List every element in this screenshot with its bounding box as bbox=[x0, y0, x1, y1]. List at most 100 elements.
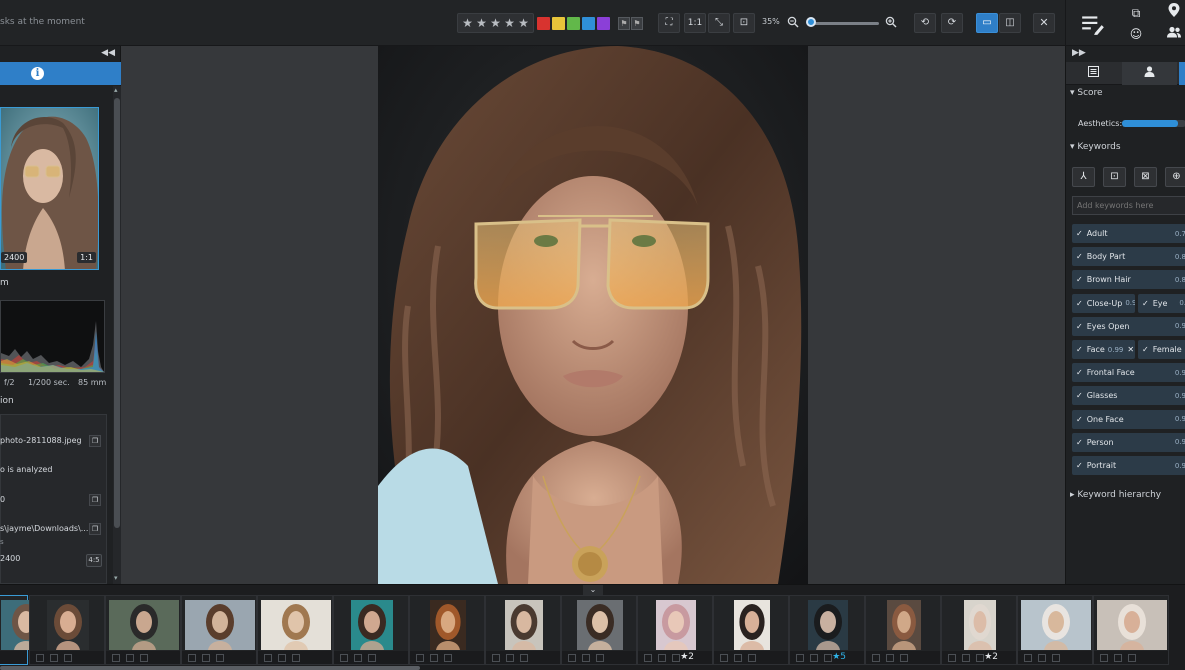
color-label-red[interactable] bbox=[537, 16, 550, 30]
keyword-check-icon[interactable]: ✓ bbox=[1142, 345, 1149, 354]
reject-icon[interactable] bbox=[900, 653, 908, 662]
keyword-chip[interactable]: ✓ Eyes Open 0.9 bbox=[1072, 316, 1185, 336]
flag-icon[interactable] bbox=[962, 653, 970, 662]
select-checkbox[interactable] bbox=[416, 653, 424, 662]
filmstrip-thumbnail[interactable] bbox=[713, 595, 789, 665]
star-4-icon[interactable]: ★ bbox=[503, 16, 516, 30]
select-checkbox[interactable] bbox=[1024, 653, 1032, 662]
reject-icon[interactable] bbox=[444, 653, 452, 662]
filmstrip-thumbnail[interactable] bbox=[181, 595, 257, 665]
flag-icon[interactable] bbox=[582, 653, 590, 662]
star-5-icon[interactable]: ★ bbox=[517, 16, 530, 30]
color-label-blue[interactable] bbox=[582, 16, 595, 30]
zoom-out-icon[interactable] bbox=[787, 16, 799, 28]
flag-icon[interactable] bbox=[734, 653, 742, 662]
edit-metadata-icon[interactable] bbox=[1080, 12, 1106, 36]
keyword-chip[interactable]: ✓ One Face 0.9 bbox=[1072, 409, 1185, 429]
keyword-chip[interactable]: ✓ Portrait 0.9 bbox=[1072, 456, 1185, 475]
flag-icon[interactable] bbox=[1114, 653, 1122, 662]
duplicates-icon[interactable]: ⧉ bbox=[1126, 4, 1146, 22]
reject-icon[interactable] bbox=[216, 653, 224, 662]
select-checkbox[interactable] bbox=[568, 653, 576, 662]
select-checkbox[interactable] bbox=[796, 653, 804, 662]
expand-right-panel-icon[interactable]: ▶▶ bbox=[1072, 48, 1086, 58]
face-icon[interactable]: ☺ bbox=[1126, 25, 1146, 43]
filmstrip-thumbnail[interactable] bbox=[1093, 595, 1169, 665]
filmstrip-thumbnail[interactable] bbox=[865, 595, 941, 665]
filmstrip-thumbnail[interactable] bbox=[485, 595, 561, 665]
color-label-purple[interactable] bbox=[597, 16, 610, 30]
star-2-icon[interactable]: ★ bbox=[475, 16, 488, 30]
fit-screen-button[interactable]: ⛶ bbox=[658, 13, 680, 33]
keyword-chip[interactable]: ✓ Brown Hair 0.8 bbox=[1072, 270, 1185, 290]
reject-icon[interactable] bbox=[1052, 653, 1060, 662]
keyword-hierarchy-toggle[interactable]: ▸ Keyword hierarchy bbox=[1070, 490, 1161, 500]
flag-icon[interactable] bbox=[1038, 653, 1046, 662]
tab-details[interactable] bbox=[1066, 62, 1121, 85]
select-checkbox[interactable] bbox=[644, 653, 652, 662]
copy-value-icon[interactable]: ❐ bbox=[89, 494, 101, 506]
keyword-chip[interactable]: ✓ Frontal Face 0.9 bbox=[1072, 363, 1185, 383]
keyword-chip[interactable]: ✓ Face 0.99 ✕ bbox=[1072, 340, 1135, 359]
keyword-chip[interactable]: ✓ Body Part 0.8 bbox=[1072, 247, 1185, 267]
reject-icon[interactable] bbox=[368, 653, 376, 662]
select-checkbox[interactable] bbox=[872, 653, 880, 662]
fill-view-button[interactable]: ⊡ bbox=[733, 13, 755, 33]
reject-icon[interactable] bbox=[672, 653, 680, 662]
score-section-toggle[interactable]: ▾ Score bbox=[1070, 88, 1103, 98]
remove-keyword-icon[interactable]: ✕ bbox=[1127, 345, 1134, 354]
keywords-section-toggle[interactable]: ▾ Keywords bbox=[1070, 142, 1121, 152]
auto-keyword-icon[interactable]: ⅄ bbox=[1072, 167, 1095, 187]
reject-icon[interactable] bbox=[64, 653, 72, 662]
select-checkbox[interactable] bbox=[492, 653, 500, 662]
flag-icon[interactable] bbox=[354, 653, 362, 662]
zoom-slider-handle[interactable] bbox=[806, 17, 816, 27]
zoom-slider[interactable] bbox=[810, 22, 879, 25]
filmstrip-thumbnail[interactable]: ★5 bbox=[789, 595, 865, 665]
select-checkbox[interactable] bbox=[36, 653, 44, 662]
filmstrip-thumbnail[interactable] bbox=[29, 595, 105, 665]
keyword-check-icon[interactable]: ✓ bbox=[1076, 368, 1083, 377]
collapse-filmstrip-icon[interactable]: ⌄ bbox=[583, 585, 603, 595]
zoom-in-icon[interactable] bbox=[885, 16, 897, 28]
filmstrip-thumbnail[interactable] bbox=[561, 595, 637, 665]
filmstrip-thumbnail[interactable] bbox=[0, 595, 29, 665]
single-view-button[interactable]: ▭ bbox=[976, 13, 998, 33]
copy-filename-icon[interactable]: ❐ bbox=[89, 435, 101, 447]
filmstrip-thumbnail[interactable] bbox=[257, 595, 333, 665]
keyword-check-icon[interactable]: ✓ bbox=[1076, 252, 1083, 261]
keyword-check-icon[interactable]: ✓ bbox=[1076, 275, 1083, 284]
keyword-check-icon[interactable]: ✓ bbox=[1076, 299, 1083, 308]
flag-icon[interactable] bbox=[886, 653, 894, 662]
image-canvas[interactable] bbox=[121, 46, 1065, 584]
select-checkbox[interactable] bbox=[720, 653, 728, 662]
keyword-check-icon[interactable]: ✓ bbox=[1076, 322, 1083, 331]
keyword-check-icon[interactable]: ✓ bbox=[1076, 229, 1083, 238]
keyword-check-icon[interactable]: ✓ bbox=[1076, 345, 1083, 354]
select-checkbox[interactable] bbox=[112, 653, 120, 662]
filmstrip-thumbnail[interactable]: ★2 bbox=[637, 595, 713, 665]
select-checkbox[interactable] bbox=[1100, 653, 1108, 662]
flag-icon[interactable] bbox=[430, 653, 438, 662]
reject-flag-icon[interactable]: ⚑ bbox=[618, 16, 630, 30]
compress-view-button[interactable]: ⤡ bbox=[708, 13, 730, 33]
collapse-left-panel-icon[interactable]: ◀◀ bbox=[101, 48, 115, 58]
reject-icon[interactable] bbox=[596, 653, 604, 662]
keyword-chip[interactable]: ✓ Glasses 0.9 bbox=[1072, 386, 1185, 406]
star-1-icon[interactable]: ★ bbox=[461, 16, 474, 30]
keyword-check-icon[interactable]: ✓ bbox=[1142, 299, 1149, 308]
filmstrip-scrollbar[interactable] bbox=[0, 666, 420, 670]
filmstrip-thumbnail[interactable] bbox=[409, 595, 485, 665]
compare-view-button[interactable]: ◫ bbox=[999, 13, 1021, 33]
select-keywords-icon[interactable]: ⊡ bbox=[1103, 167, 1126, 187]
filmstrip-thumbnail[interactable] bbox=[105, 595, 181, 665]
reject-icon[interactable] bbox=[824, 653, 832, 662]
keyword-chip[interactable]: ✓ Adult 0.7 bbox=[1072, 224, 1185, 243]
reject-icon[interactable] bbox=[976, 653, 984, 662]
keyword-input[interactable] bbox=[1072, 196, 1185, 215]
people-icon[interactable] bbox=[1164, 25, 1184, 43]
select-checkbox[interactable] bbox=[188, 653, 196, 662]
scroll-up-icon[interactable]: ▴ bbox=[114, 86, 118, 94]
tab-info[interactable]: i bbox=[0, 62, 121, 85]
select-checkbox[interactable] bbox=[948, 653, 956, 662]
